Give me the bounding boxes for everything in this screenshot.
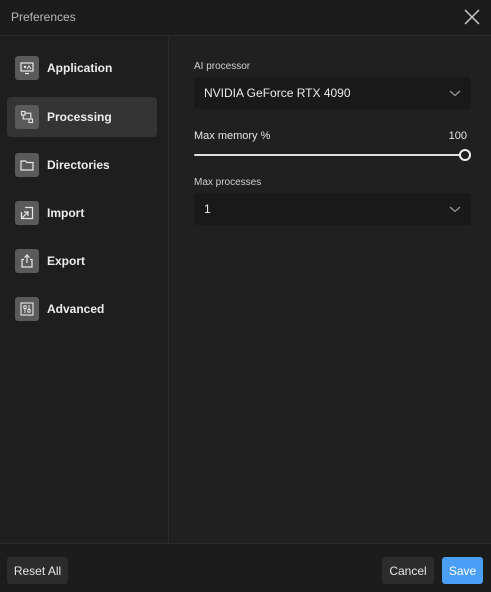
dialog-footer: Reset All Cancel Save <box>0 543 491 592</box>
slider-thumb[interactable] <box>459 149 471 161</box>
processing-panel: AI processor NVIDIA GeForce RTX 4090 Max… <box>170 36 491 543</box>
export-icon <box>15 249 39 273</box>
max-memory-value: 100 <box>448 130 467 142</box>
sidebar-item-directories[interactable]: Directories <box>7 145 157 185</box>
save-button[interactable]: Save <box>442 557 483 584</box>
sidebar-item-label: Import <box>47 206 85 220</box>
processing-icon <box>15 105 39 129</box>
chevron-down-icon <box>449 90 461 97</box>
chevron-down-icon <box>449 206 461 213</box>
sidebar-item-export[interactable]: Export <box>7 241 157 281</box>
monitor-icon <box>15 56 39 80</box>
max-processes-value: 1 <box>204 202 211 216</box>
sidebar-item-label: Processing <box>47 110 112 124</box>
sidebar: Application Processing Directories Impor… <box>0 36 169 543</box>
preferences-dialog: Preferences Application Processing Direc… <box>0 0 491 592</box>
title-bar: Preferences <box>0 0 491 36</box>
max-processes-select[interactable]: 1 <box>194 193 471 225</box>
sidebar-item-label: Directories <box>47 158 110 172</box>
folder-icon <box>15 153 39 177</box>
slider-track <box>194 154 465 156</box>
ai-processor-value: NVIDIA GeForce RTX 4090 <box>204 86 351 100</box>
ai-processor-label: AI processor <box>194 61 251 72</box>
max-memory-label: Max memory % <box>194 130 271 142</box>
ai-processor-select[interactable]: NVIDIA GeForce RTX 4090 <box>194 77 471 109</box>
import-icon <box>15 201 39 225</box>
close-icon <box>464 9 480 25</box>
sidebar-item-import[interactable]: Import <box>7 193 157 233</box>
max-processes-label: Max processes <box>194 177 262 188</box>
sliders-icon <box>15 297 39 321</box>
sidebar-item-application[interactable]: Application <box>7 48 157 88</box>
sidebar-item-label: Export <box>47 254 86 268</box>
max-memory-slider[interactable] <box>194 148 471 162</box>
sidebar-item-label: Application <box>47 61 113 75</box>
reset-all-button[interactable]: Reset All <box>7 557 68 584</box>
close-button[interactable] <box>461 6 483 28</box>
sidebar-item-processing[interactable]: Processing <box>7 97 157 137</box>
sidebar-item-label: Advanced <box>47 302 105 316</box>
sidebar-item-advanced[interactable]: Advanced <box>7 289 157 329</box>
dialog-title: Preferences <box>11 10 76 24</box>
cancel-button[interactable]: Cancel <box>382 557 434 584</box>
